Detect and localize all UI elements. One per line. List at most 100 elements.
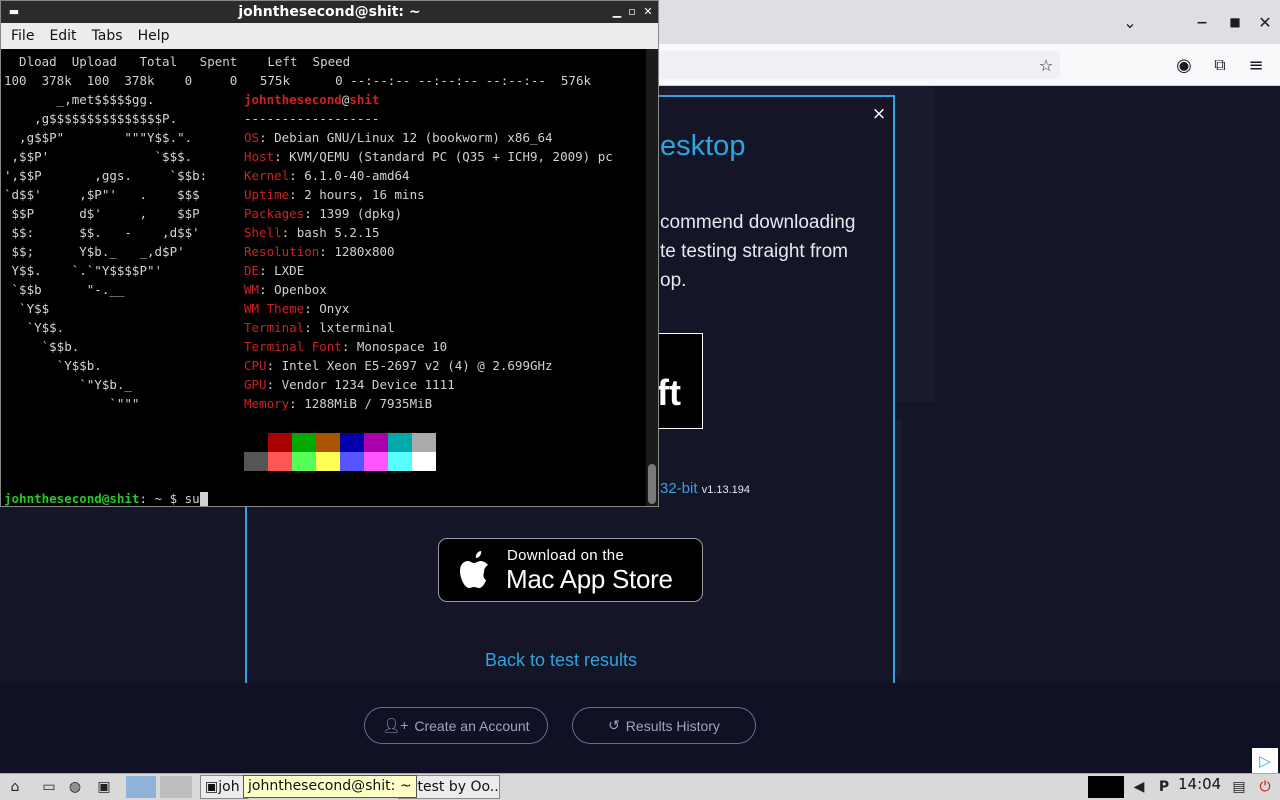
- workspace-icon[interactable]: ▣: [93, 776, 115, 798]
- show-desktop-icon[interactable]: ▭: [38, 776, 60, 798]
- create-account-button[interactable]: 👤︎+ Create an Account: [364, 707, 548, 744]
- color-swatch: [388, 433, 412, 452]
- browser-launcher-icon[interactable]: ◍: [64, 776, 86, 798]
- adchoices-icon[interactable]: ▷: [1252, 748, 1278, 774]
- workspace-1-icon[interactable]: [126, 776, 156, 798]
- color-swatch: [292, 433, 316, 452]
- menu-hamburger-icon[interactable]: ≡: [1243, 52, 1269, 78]
- color-swatch: [412, 452, 436, 471]
- close-icon[interactable]: ✕: [641, 4, 655, 20]
- logo-line: _,met$$$$$gg.: [4, 92, 155, 107]
- logo-line: `Y$$b.: [4, 358, 102, 373]
- logo-line: `Y$$: [4, 301, 50, 316]
- logo-line: `$$b.: [4, 339, 80, 354]
- sysinfo-label: CPU: [244, 358, 267, 373]
- sysinfo-value: : 1399 (dpkg): [304, 206, 403, 221]
- menu-help[interactable]: Help: [138, 28, 170, 44]
- history-icon: ↺: [608, 717, 620, 733]
- sysinfo-value: : 1280x800: [319, 244, 395, 259]
- sysinfo-value: : lxterminal: [304, 320, 395, 335]
- logo-line: ,g$$$$$$$$$$$$$$$P.: [4, 111, 178, 126]
- clock[interactable]: 14:04: [1178, 775, 1221, 793]
- maximize-icon[interactable]: ▫: [625, 4, 639, 20]
- menu-edit[interactable]: Edit: [49, 28, 76, 44]
- maximize-icon[interactable]: ■: [1222, 9, 1248, 35]
- volume-icon[interactable]: ◀: [1128, 776, 1150, 798]
- sysinfo-line: Kernel: 6.1.0-40-amd64: [244, 166, 410, 185]
- sysinfo-label: GPU: [244, 377, 267, 392]
- power-icon[interactable]: ⏻: [1254, 776, 1276, 798]
- modal-close-icon[interactable]: ×: [870, 104, 888, 124]
- account-icon[interactable]: ◉: [1171, 52, 1197, 78]
- sysinfo-line: Packages: 1399 (dpkg): [244, 204, 402, 223]
- sysinfo-line: GPU: Vendor 1234 Device 1111: [244, 375, 455, 394]
- chevron-down-icon[interactable]: ⌄: [1117, 9, 1143, 35]
- modal-title: esktop: [660, 130, 746, 162]
- url-bar[interactable]: [640, 51, 1060, 79]
- terminal-title[interactable]: johnthesecond@shit: ~: [1, 1, 658, 23]
- sysinfo-label: WM Theme: [244, 301, 305, 316]
- sysinfo-value: : 6.1.0-40-amd64: [289, 168, 410, 183]
- terminal-scrollbar[interactable]: [646, 49, 658, 506]
- prompt-user: johnthesecond@shit: [4, 491, 140, 506]
- logo-line: ,g$$P" """Y$$.".: [4, 130, 193, 145]
- color-swatch: [268, 433, 292, 452]
- window-menu-icon[interactable]: ▬: [7, 4, 21, 20]
- sysinfo-line: Uptime: 2 hours, 16 mins: [244, 185, 425, 204]
- terminal-window[interactable]: johnthesecond@shit: ~ ▬ ▁ ▫ ✕ File Edit …: [0, 0, 659, 507]
- sysinfo-label: Kernel: [244, 168, 290, 183]
- sysinfo-line: WM: Openbox: [244, 280, 327, 299]
- mac-app-store-button[interactable]: Download on the Mac App Store: [438, 538, 703, 602]
- sysinfo-label: WM: [244, 282, 260, 297]
- start-menu-icon[interactable]: ⌂: [4, 776, 26, 798]
- color-swatch: [268, 452, 292, 471]
- sysinfo-label: Terminal: [244, 320, 305, 335]
- modal-text-line-3: op.: [660, 270, 687, 291]
- sysinfo-value: : 1288MiB / 7935MiB: [289, 396, 433, 411]
- color-swatch: [244, 452, 268, 471]
- minimize-icon[interactable]: ▁: [610, 4, 624, 20]
- curl-header: Dload Upload Total Spent Left Speed: [4, 54, 351, 69]
- download-32bit-link[interactable]: 32-bit v1.13.194: [660, 480, 750, 497]
- taskbar-terminal-task[interactable]: ▣ joh: [200, 775, 248, 799]
- modal-text-line-1: commend downloading: [660, 212, 856, 233]
- sysinfo-value: : bash 5.2.15: [281, 225, 380, 240]
- terminal-task-icon: ▣: [205, 779, 219, 795]
- results-history-button[interactable]: ↺ Results History: [572, 707, 756, 744]
- sysinfo-line: OS: Debian GNU/Linux 12 (bookworm) x86_6…: [244, 128, 553, 147]
- menu-tabs[interactable]: Tabs: [92, 28, 123, 44]
- close-window-icon[interactable]: ✕: [1252, 9, 1278, 35]
- appstore-line2: Mac App Store: [506, 564, 673, 594]
- bit-link-label: 32-bit: [660, 480, 698, 497]
- separator-line: ------------------: [244, 111, 380, 126]
- sysinfo-line: Host: KVM/QEMU (Standard PC (Q35 + ICH9,…: [244, 147, 613, 166]
- create-account-label: Create an Account: [414, 717, 530, 734]
- logo-line: $$; Y$b._ _,d$P': [4, 244, 185, 259]
- color-swatch: [364, 433, 388, 452]
- logo-line: Y$$. `.`"Y$$$$P"': [4, 263, 163, 278]
- menu-file[interactable]: File: [11, 28, 34, 44]
- workspace-2-icon[interactable]: [160, 776, 192, 798]
- color-swatch: [388, 452, 412, 471]
- back-to-results-link[interactable]: Back to test results: [485, 650, 637, 671]
- sysinfo-line: DE: LXDE: [244, 261, 304, 280]
- bookmark-star-icon[interactable]: ☆: [1033, 52, 1059, 78]
- sysinfo-value: : KVM/QEMU (Standard PC (Q35 + ICH9, 200…: [274, 149, 613, 164]
- logo-line: ',$$P ,ggs. `$$b:: [4, 168, 208, 183]
- terminal-output[interactable]: Dload Upload Total Spent Left Speed 100 …: [1, 49, 646, 506]
- extensions-icon[interactable]: ⧉: [1207, 52, 1233, 78]
- color-swatch: [364, 452, 388, 471]
- scrollbar-thumb[interactable]: [648, 464, 656, 504]
- sysinfo-value: : Openbox: [259, 282, 327, 297]
- sysinfo-label: Terminal Font: [244, 339, 342, 354]
- minimize-icon[interactable]: –: [1189, 9, 1215, 35]
- sysinfo-line: Terminal Font: Monospace 10: [244, 337, 447, 356]
- color-swatch: [316, 433, 340, 452]
- version-label: v1.13.194: [701, 484, 751, 496]
- sysinfo-label: Memory: [244, 396, 290, 411]
- sysinfo-label: DE: [244, 263, 260, 278]
- clipboard-icon[interactable]: P: [1153, 776, 1175, 798]
- logo-line: $$: $$. - ,d$$': [4, 225, 200, 240]
- lock-screen-icon[interactable]: ▤: [1228, 776, 1250, 798]
- sysinfo-value: : Monospace 10: [341, 339, 448, 354]
